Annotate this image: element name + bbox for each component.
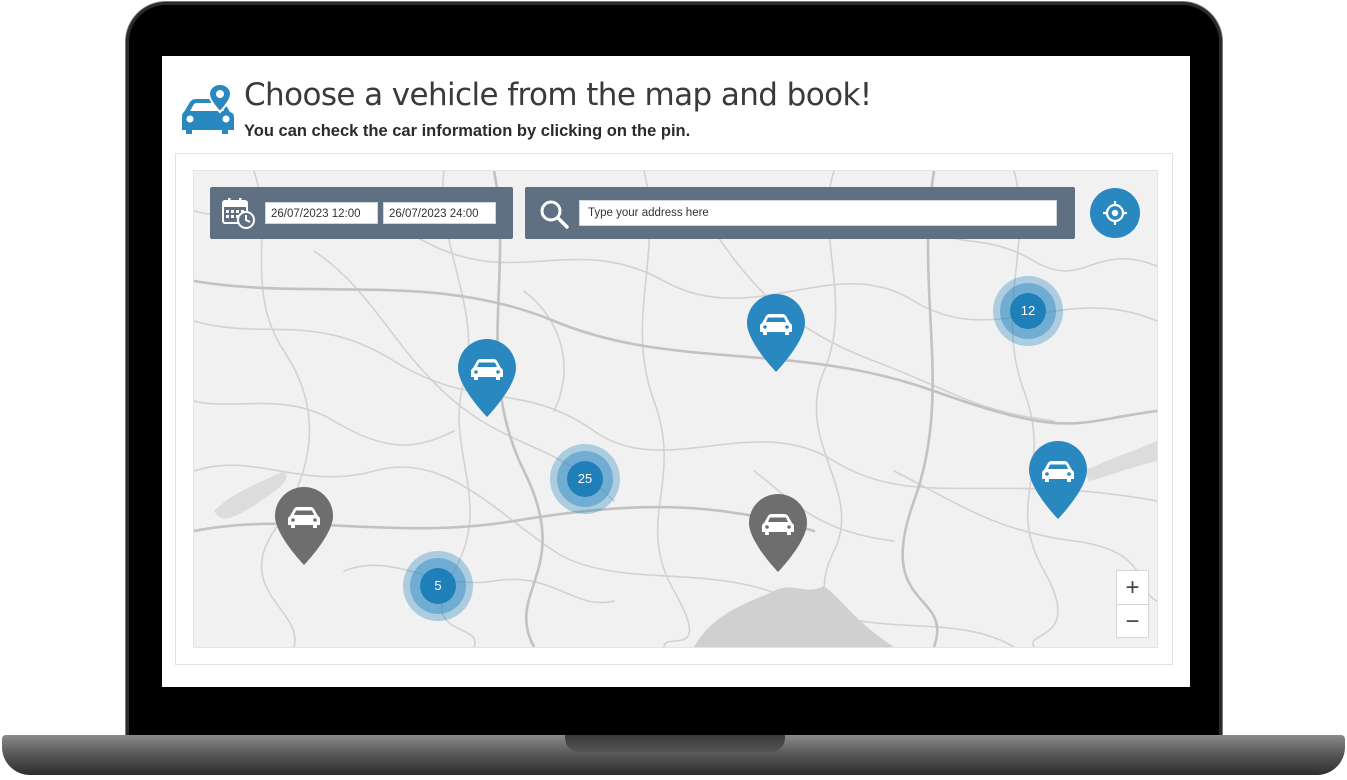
address-search-panel	[525, 187, 1075, 239]
map-card: 26/07/2023 12:00 26/07/2023 24:00 Type y…	[175, 153, 1173, 665]
vehicle-cluster[interactable]: 25	[550, 444, 620, 514]
end-date-field[interactable]: 26/07/2023 24:00	[383, 202, 496, 224]
vehicle-cluster[interactable]: 12	[993, 276, 1063, 346]
cluster-count: 5	[420, 568, 456, 604]
vehicle-map[interactable]: 26/07/2023 12:00 26/07/2023 24:00 Type y…	[193, 170, 1158, 648]
page-subtitle: You can check the car information by cli…	[244, 122, 691, 140]
start-date-field[interactable]: 26/07/2023 12:00	[265, 202, 378, 224]
locate-me-button[interactable]	[1090, 188, 1140, 238]
vehicle-cluster[interactable]: 5	[403, 551, 473, 621]
vehicle-pin-unavailable[interactable]	[747, 492, 809, 574]
car-location-icon	[182, 82, 234, 134]
vehicle-pin-available[interactable]	[745, 292, 807, 374]
vehicle-pin-available[interactable]	[456, 337, 518, 419]
zoom-out-button[interactable]: −	[1117, 604, 1148, 638]
laptop-notch	[565, 735, 785, 752]
cluster-count: 12	[1010, 293, 1046, 329]
address-search-input[interactable]	[579, 200, 1057, 226]
search-icon[interactable]	[539, 199, 569, 229]
crosshair-icon	[1103, 201, 1127, 225]
zoom-in-button[interactable]: +	[1117, 571, 1148, 604]
date-range-panel: 26/07/2023 12:00 26/07/2023 24:00	[210, 187, 513, 239]
cluster-count: 25	[567, 461, 603, 497]
map-roads	[194, 171, 1157, 647]
calendar-clock-icon	[222, 198, 255, 229]
vehicle-pin-unavailable[interactable]	[273, 485, 335, 567]
page-title: Choose a vehicle from the map and book!	[244, 77, 872, 113]
vehicle-pin-available[interactable]	[1027, 439, 1089, 521]
app-screen: Choose a vehicle from the map and book! …	[162, 56, 1190, 687]
zoom-control: + −	[1116, 570, 1149, 638]
